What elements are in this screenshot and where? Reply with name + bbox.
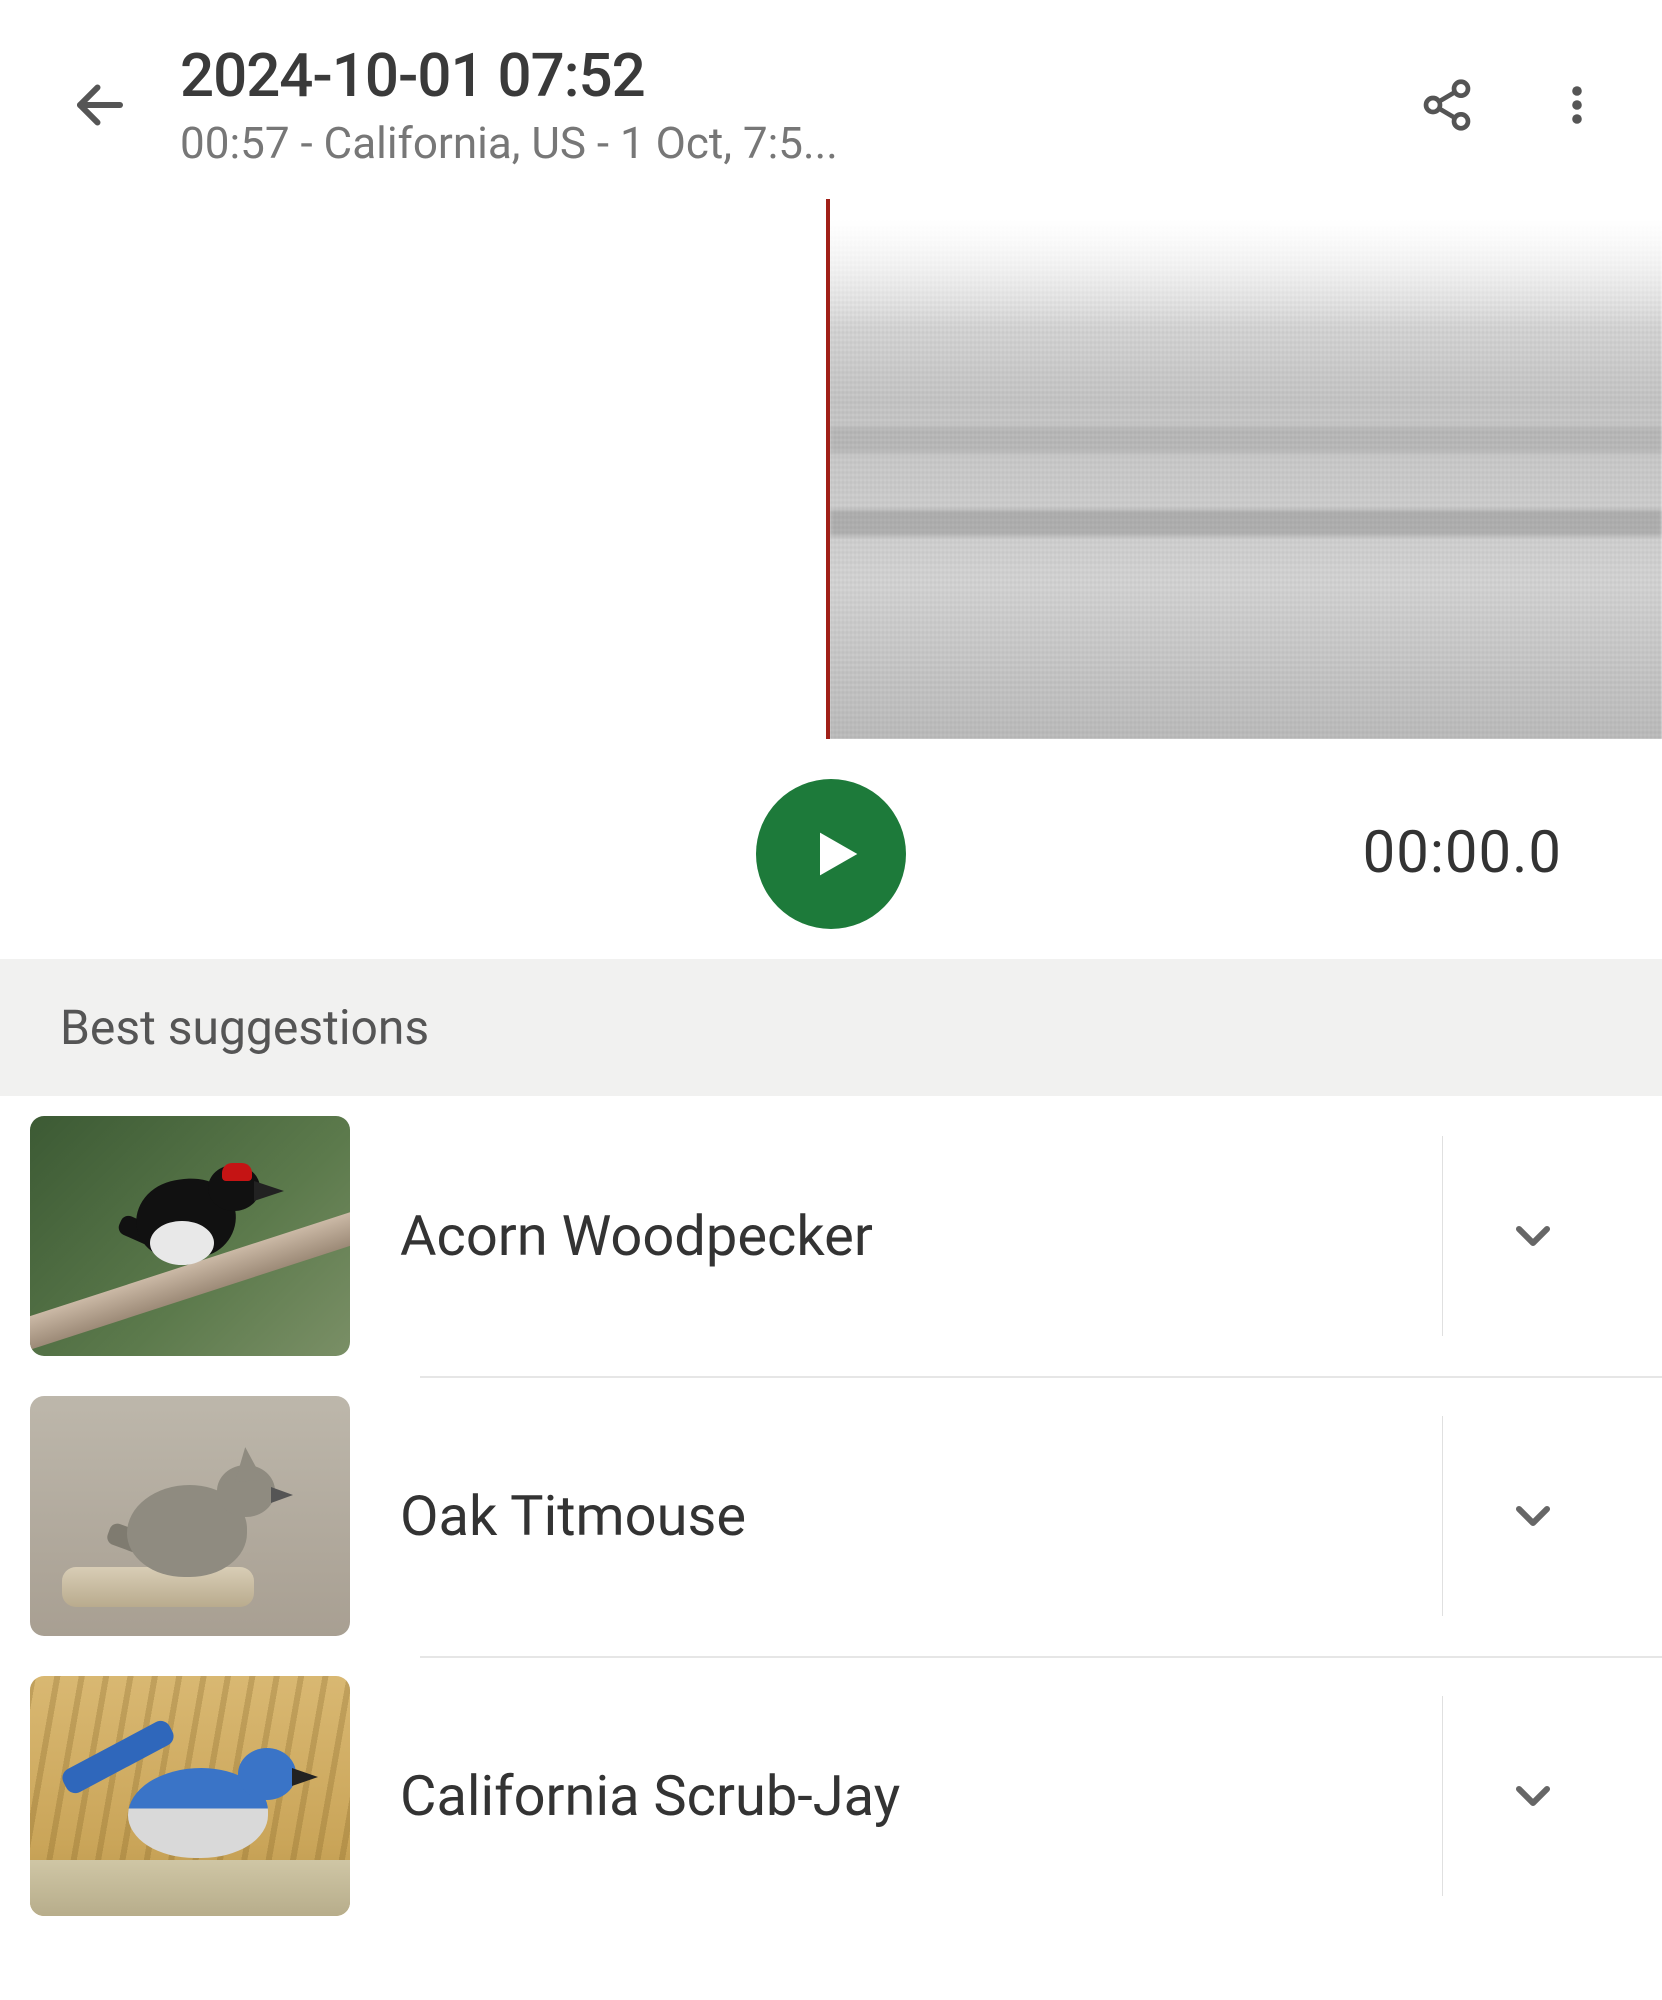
spectrogram (830, 219, 1662, 739)
bird-name: California Scrub-Jay (400, 1763, 900, 1829)
back-button[interactable] (60, 65, 140, 145)
chevron-down-icon (1505, 1208, 1561, 1264)
playhead[interactable] (826, 199, 830, 739)
more-button[interactable] (1542, 70, 1612, 140)
arrow-left-icon (70, 75, 130, 135)
bird-name: Acorn Woodpecker (400, 1203, 873, 1269)
player-controls: 00:00.0 (0, 779, 1662, 959)
chevron-down-icon (1505, 1768, 1561, 1824)
play-icon (804, 822, 868, 886)
header-actions (1412, 70, 1612, 140)
bird-thumbnail (30, 1116, 350, 1356)
suggestion-main: Oak Titmouse (400, 1483, 1392, 1549)
suggestion-row[interactable]: California Scrub-Jay (0, 1656, 1662, 1936)
suggestion-list: Acorn Woodpecker Oak Titmouse California… (0, 1096, 1662, 1936)
chevron-down-icon (1505, 1488, 1561, 1544)
more-vertical-icon (1553, 77, 1601, 133)
best-suggestions-header: Best suggestions (0, 959, 1662, 1096)
expand-button[interactable] (1442, 1136, 1622, 1336)
header: 2024-10-01 07:52 00:57 - California, US … (0, 0, 1662, 199)
page-title: 2024-10-01 07:52 (180, 40, 1352, 111)
header-text: 2024-10-01 07:52 00:57 - California, US … (180, 40, 1352, 169)
bird-thumbnail (30, 1676, 350, 1916)
page-subtitle: 00:57 - California, US - 1 Oct, 7:5... (180, 117, 1352, 169)
expand-button[interactable] (1442, 1416, 1622, 1616)
expand-button[interactable] (1442, 1696, 1622, 1896)
spectrogram-area[interactable] (0, 199, 1662, 779)
bird-name: Oak Titmouse (400, 1483, 746, 1549)
suggestion-row[interactable]: Acorn Woodpecker (0, 1096, 1662, 1376)
playback-time: 00:00.0 (1363, 819, 1562, 887)
suggestion-row[interactable]: Oak Titmouse (0, 1376, 1662, 1656)
share-button[interactable] (1412, 70, 1482, 140)
play-button[interactable] (756, 779, 906, 929)
suggestion-main: Acorn Woodpecker (400, 1203, 1392, 1269)
share-icon (1419, 77, 1475, 133)
bird-thumbnail (30, 1396, 350, 1636)
suggestion-main: California Scrub-Jay (400, 1763, 1392, 1829)
